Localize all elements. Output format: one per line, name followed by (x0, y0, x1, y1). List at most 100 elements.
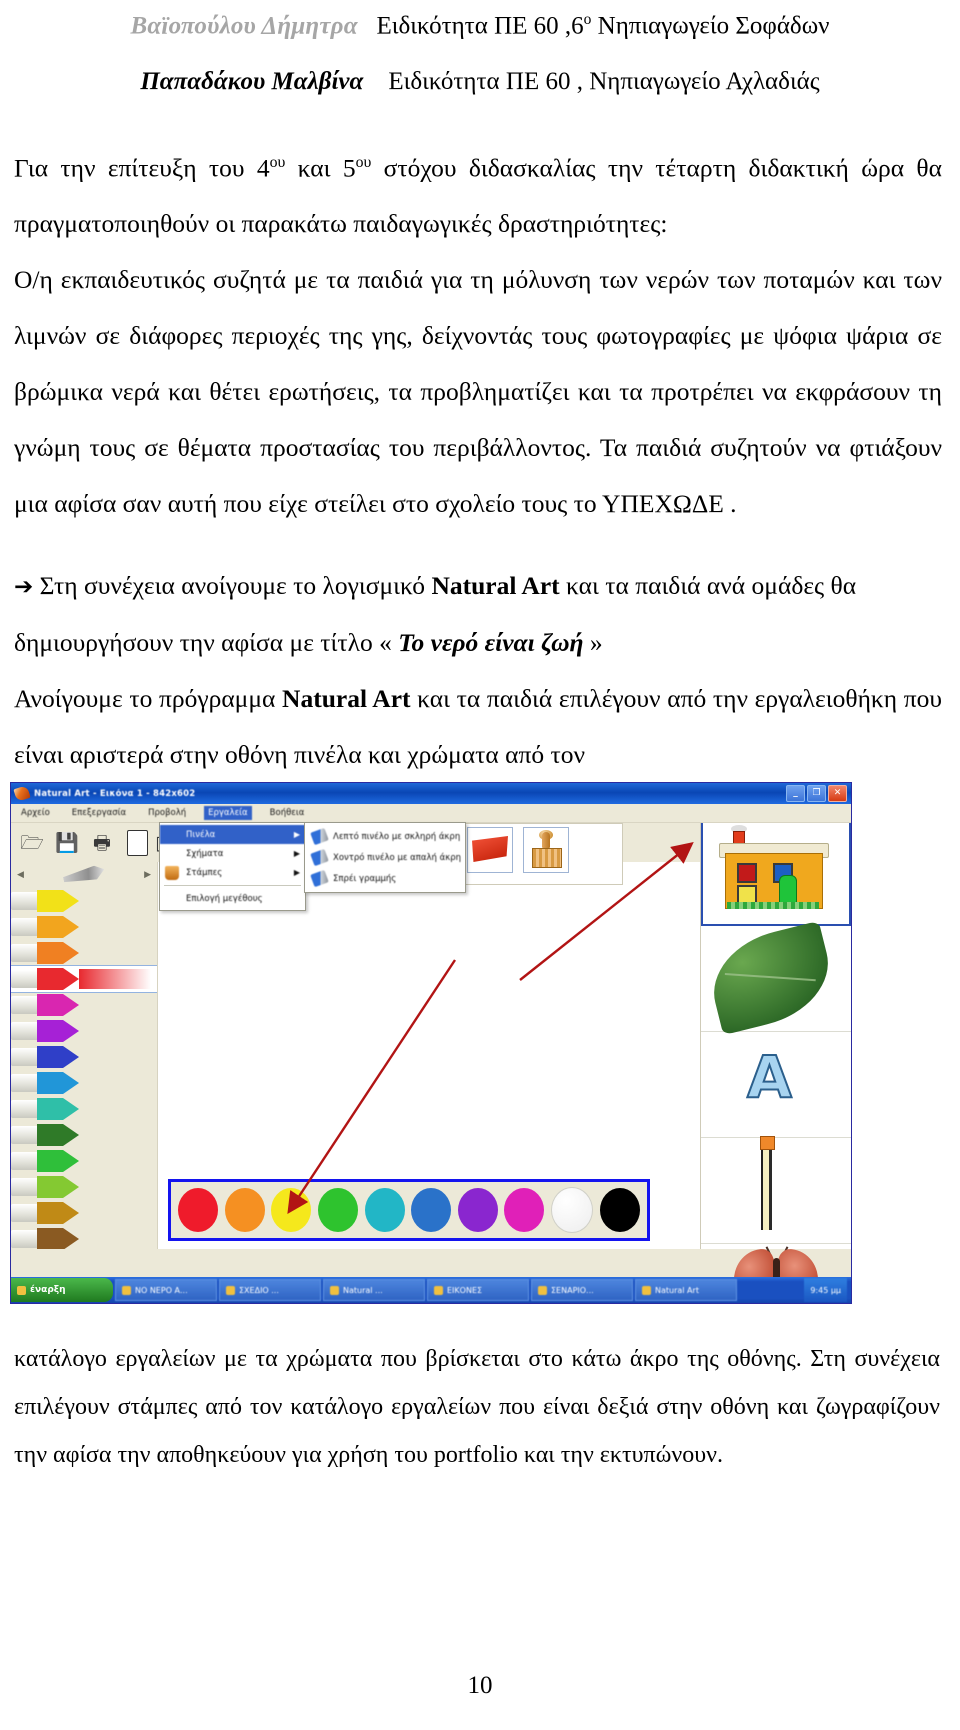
palette-swatch[interactable] (178, 1188, 219, 1232)
marker-body (11, 1152, 41, 1170)
tray-clock: 9:45 μμ (810, 1285, 841, 1295)
system-tray[interactable]: 9:45 μμ (804, 1278, 847, 1302)
taskbar-item-label: ΝΟ ΝΕΡΟ Α... (135, 1285, 188, 1295)
leaf-stamp[interactable] (701, 920, 851, 1036)
palette-swatch[interactable] (271, 1188, 312, 1232)
palette-swatch[interactable] (551, 1187, 594, 1233)
menu-item-edit[interactable]: Επεξεργασία (68, 806, 130, 820)
letter-a-stamp[interactable]: A (701, 1032, 851, 1138)
palette-swatch[interactable] (224, 1188, 265, 1232)
taskbar-item-active[interactable]: Natural Art (635, 1279, 737, 1301)
close-button[interactable]: ✕ (828, 785, 847, 802)
marker-swatch[interactable] (11, 1018, 157, 1044)
scroll-right-icon[interactable]: ▶ (144, 870, 151, 880)
menu-item-file[interactable]: Αρχείο (17, 806, 54, 820)
marker-swatch[interactable] (11, 1044, 157, 1070)
header-role-2: Ειδικότητα ΠΕ 60 , Νηπιαγωγείο Αχλαδιάς (388, 67, 820, 95)
marker-swatch[interactable] (11, 1226, 157, 1249)
marker-swatch[interactable] (11, 940, 157, 966)
flag-tool-button[interactable] (467, 827, 513, 873)
chevron-right-icon: ▶ (293, 868, 300, 877)
marker-tip (37, 1228, 79, 1249)
menu-item-tools[interactable]: Εργαλεία (204, 806, 252, 820)
submenu-item-thin-brush[interactable]: Λεπτό πινέλο με σκληρή άκρη (305, 826, 465, 847)
new-page-button[interactable] (122, 828, 152, 858)
open-folder-icon: 🗁 (20, 831, 44, 854)
palette-swatch[interactable] (504, 1188, 545, 1232)
marker-tip (37, 1176, 79, 1198)
brushes-submenu: Λεπτό πινέλο με σκληρή άκρη Χοντρό πινέλ… (304, 822, 466, 893)
marker-swatch[interactable] (11, 1200, 157, 1226)
taskbar-item[interactable]: Natural ... (323, 1279, 425, 1301)
app-title-bar: Natural Art - Εικόνα 1 - 842x602 _ ❐ ✕ (11, 783, 851, 804)
marker-body (11, 892, 41, 910)
marker-swatch[interactable] (11, 1122, 157, 1148)
new-page-icon (126, 830, 148, 856)
menu-entry-stamps[interactable]: Στάμπες ▶ (160, 863, 305, 882)
menu-entry-size[interactable]: Επιλογή μεγέθους (160, 889, 305, 908)
marker-selected-preview (79, 969, 151, 989)
maximize-button[interactable]: ❐ (807, 785, 826, 802)
house-stamp[interactable] (701, 817, 851, 926)
p1-sup-1: ου (269, 153, 286, 171)
taskbar-item[interactable]: ΣΕΝΑΡΙΟ... (531, 1279, 633, 1301)
palette-swatch[interactable] (364, 1188, 405, 1232)
menu-entry-shapes[interactable]: Σχήματα ▶ (160, 844, 305, 863)
marker-tip (37, 968, 79, 990)
marker-tip (37, 1202, 79, 1224)
marker-swatch[interactable] (11, 965, 157, 993)
doc-icon (226, 1285, 235, 1295)
doc-icon (538, 1285, 547, 1295)
marker-body (11, 996, 41, 1014)
minimize-button[interactable]: _ (786, 785, 805, 802)
marker-swatch[interactable] (11, 1070, 157, 1096)
windows-logo-icon (17, 1285, 26, 1295)
letter-a-icon: A (746, 1043, 793, 1111)
eraser-tip-icon (760, 1136, 775, 1150)
marker-tip (37, 1150, 79, 1172)
menu-entry-brushes[interactable]: Πινέλα ▶ (160, 825, 305, 844)
marker-swatch[interactable] (11, 914, 157, 940)
palette-swatch[interactable] (599, 1188, 640, 1232)
menu-entry-shapes-label: Σχήματα (186, 848, 224, 859)
save-button[interactable]: 💾 (52, 828, 82, 858)
marker-body (11, 1178, 41, 1196)
marker-swatch[interactable] (11, 888, 157, 914)
markers-header: ◀ ▶ (11, 862, 157, 888)
marker-tip (37, 942, 79, 964)
submenu-item-spray[interactable]: Σπρέι γραμμής (305, 868, 465, 889)
marker-body (11, 1022, 41, 1040)
open-folder-button[interactable]: 🗁 (17, 828, 47, 858)
marker-tip (37, 994, 79, 1016)
submenu-item-thick-brush[interactable]: Χοντρό πινέλο με απαλή άκρη (305, 847, 465, 868)
menu-divider (164, 885, 301, 886)
scroll-left-icon[interactable]: ◀ (17, 870, 24, 880)
print-icon: 🖶 (93, 831, 111, 854)
house-icon (717, 825, 829, 909)
palette-swatch[interactable] (411, 1188, 452, 1232)
taskbar-item[interactable]: ΣΧΕΔΙΟ ... (219, 1279, 321, 1301)
marker-swatch[interactable] (11, 1174, 157, 1200)
menu-item-help[interactable]: Βοήθεια (266, 806, 309, 820)
chevron-right-icon: ▶ (293, 830, 300, 839)
pencil-stamp[interactable] (701, 1136, 851, 1244)
save-disk-icon: 💾 (55, 831, 79, 854)
marker-swatch[interactable] (11, 1148, 157, 1174)
stamp-tool-button[interactable] (523, 827, 569, 873)
palette-swatch[interactable] (457, 1188, 498, 1232)
taskbar-item-label: Natural ... (343, 1285, 383, 1295)
marker-swatch[interactable] (11, 1096, 157, 1122)
print-button[interactable]: 🖶 (87, 828, 117, 858)
palette-swatch[interactable] (318, 1188, 359, 1232)
p1-a: Για την επίτευξη του 4 (14, 153, 270, 183)
taskbar-item[interactable]: ΕΙΚΟΝΕΣ (427, 1279, 529, 1301)
marker-swatch[interactable] (11, 992, 157, 1018)
taskbar-item[interactable]: ΝΟ ΝΕΡΟ Α... (115, 1279, 217, 1301)
start-button[interactable]: έναρξη (11, 1278, 113, 1302)
marker-tip (37, 1020, 79, 1042)
menu-item-view[interactable]: Προβολή (144, 806, 190, 820)
app-menu-bar: Αρχείο Επεξεργασία Προβολή Εργαλεία Βοήθ… (11, 804, 851, 823)
marker-body (11, 970, 41, 988)
menu-entry-brushes-label: Πινέλα (186, 829, 216, 840)
